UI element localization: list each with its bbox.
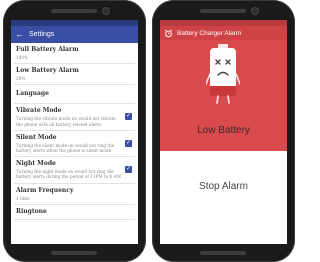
alarm-action-area: Stop Alarm — [160, 151, 287, 244]
alarm-clock-icon — [164, 29, 173, 37]
setting-vibrate-mode[interactable]: Vibrate Mode Turning the vibrate mode on… — [14, 104, 135, 131]
setting-silent-mode[interactable]: Silent Mode Turning the silent mode on w… — [14, 131, 135, 158]
setting-title: Full Battery Alarm — [16, 46, 79, 53]
settings-list: Full Battery Alarm 100% Low Battery Alar… — [11, 43, 138, 220]
phone-settings: ← Settings Full Battery Alarm 100% Low B… — [3, 0, 146, 262]
setting-ringtone[interactable]: Ringtone — [14, 205, 135, 220]
page-title: Settings — [29, 31, 55, 38]
silent-mode-checkbox[interactable]: ✓ — [125, 139, 132, 147]
vibrate-mode-checkbox[interactable]: ✓ — [125, 113, 132, 121]
front-camera — [252, 8, 258, 14]
alarm-screen: Battery Charger Alarm Low Battery Stop A… — [160, 20, 287, 244]
setting-description: Turning the night mode on would not ring… — [16, 169, 121, 180]
setting-full-battery-alarm[interactable]: Full Battery Alarm 100% — [14, 43, 135, 65]
alarm-panel: Battery Charger Alarm Low Battery — [160, 20, 287, 151]
setting-title: Low Battery Alarm — [16, 67, 79, 75]
setting-value: 1 time — [16, 195, 30, 201]
phone-alarm: Battery Charger Alarm Low Battery Stop A… — [152, 0, 295, 262]
setting-description: Turning the vibrate mode on would not vi… — [16, 116, 116, 127]
app-title: Battery Charger Alarm — [177, 29, 242, 37]
speaker-grille — [51, 9, 97, 13]
front-camera — [103, 8, 109, 14]
setting-alarm-frequency[interactable]: Alarm Frequency 1 time — [14, 184, 135, 205]
setting-value: 100% — [16, 55, 28, 60]
setting-low-battery-alarm[interactable]: Low Battery Alarm 20% — [14, 64, 135, 86]
setting-title: Night Mode — [16, 160, 56, 168]
settings-app-bar: ← Settings — [11, 26, 138, 43]
setting-title: Silent Mode — [16, 133, 57, 141]
night-mode-checkbox[interactable]: ✓ — [125, 165, 132, 173]
setting-value: 20% — [16, 76, 26, 82]
setting-title: Ringtone — [16, 207, 47, 215]
setting-title: Vibrate Mode — [16, 107, 62, 115]
stop-alarm-button[interactable]: Stop Alarm — [160, 181, 287, 192]
setting-language[interactable]: Language — [14, 85, 135, 105]
alarm-app-bar: Battery Charger Alarm — [160, 26, 287, 40]
back-arrow-icon[interactable]: ← — [15, 30, 24, 39]
sad-battery-icon — [205, 44, 241, 104]
speaker-grille — [200, 9, 246, 13]
setting-night-mode[interactable]: Night Mode Turning the night mode on wou… — [14, 157, 135, 184]
setting-title: Language — [16, 90, 49, 98]
setting-title: Alarm Frequency — [16, 186, 74, 194]
battery-status-label: Low Battery — [197, 125, 250, 136]
setting-description: Turning the silent mode on would not rin… — [16, 142, 115, 154]
settings-screen: ← Settings Full Battery Alarm 100% Low B… — [11, 20, 138, 244]
speaker-grille — [200, 251, 246, 255]
speaker-grille — [51, 251, 97, 255]
